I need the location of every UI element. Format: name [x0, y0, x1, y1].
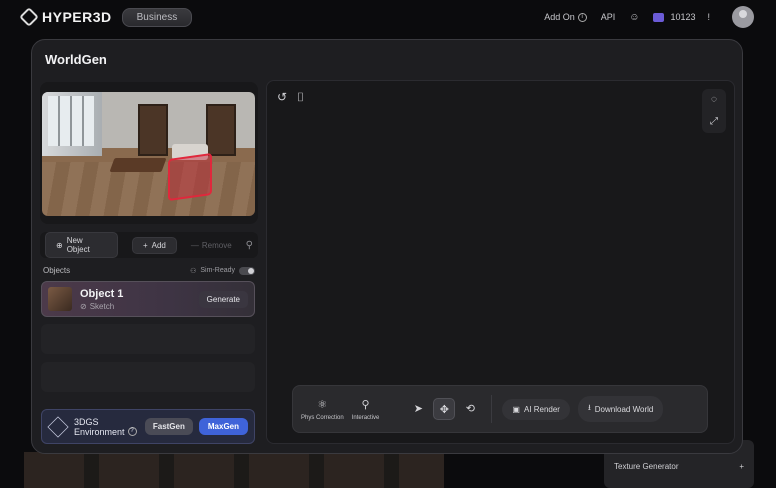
add-button[interactable]: + Add — [131, 236, 177, 254]
new-object-button[interactable]: ⊕ New Object — [45, 232, 118, 258]
environment-line2: Environment — [74, 426, 125, 437]
sim-ready-toggle[interactable] — [239, 266, 255, 275]
cube-icon — [47, 415, 69, 438]
background-thumbnails — [24, 452, 444, 488]
3d-viewport[interactable]: ↺ ⌷ ◌ ⤢ ⚛ Phys Correction ⚲ Interactive … — [266, 80, 735, 444]
top-bar: HYPER3D Business Add On i API ☺ 10123 ! — [0, 0, 776, 34]
camera-icon[interactable]: ⌷ — [297, 90, 304, 105]
selected-chair-highlight[interactable] — [168, 152, 212, 202]
credits[interactable]: 10123 ! — [653, 12, 710, 22]
search-icon[interactable]: ⚲ — [246, 240, 253, 251]
objects-header: Objects ⚇ Sim-Ready — [43, 266, 255, 275]
object-card[interactable]: Object 1 ⊘ Sketch Generate — [41, 281, 255, 317]
texture-generator-label: Texture Generator — [614, 462, 679, 471]
transform-tools: ➤ ✥ ⟲ — [407, 398, 481, 420]
sim-ready-label: Sim-Ready — [200, 267, 235, 274]
help-icon[interactable]: ? — [127, 427, 137, 436]
undo-icon[interactable]: ↺ — [277, 90, 287, 104]
interactive-icon: ⚲ — [361, 398, 370, 411]
logo-icon — [19, 7, 39, 27]
plus-icon: + — [739, 462, 744, 471]
toolbar-divider — [491, 395, 493, 423]
object-type: ⊘ Sketch — [80, 302, 123, 311]
add-on-label: Add On — [544, 12, 575, 22]
object-name: Object 1 — [80, 287, 124, 300]
scene-shelf — [206, 104, 236, 156]
orbit-icon[interactable]: ◌ — [702, 89, 726, 111]
placeholder-row — [41, 324, 255, 354]
atom-icon: ⚛ — [317, 398, 328, 411]
add-on-link[interactable]: Add On i — [544, 12, 587, 22]
scene-window — [48, 96, 94, 146]
new-object-label: New Object — [66, 236, 90, 254]
scene-preview-image[interactable] — [42, 92, 255, 216]
scene-table — [109, 158, 167, 172]
move-icon[interactable]: ✥ — [433, 398, 456, 420]
environment-label: 3DGS Environment ? — [74, 417, 137, 437]
viewport-side-controls: ◌ ⤢ — [702, 89, 726, 133]
expand-icon[interactable]: ⤢ — [702, 111, 726, 133]
environment-line1: 3DGS — [74, 416, 99, 427]
placeholder-row — [41, 362, 255, 392]
ai-render-button[interactable]: ▣ AI Render — [502, 398, 570, 420]
left-panel: ⊕ New Object + Add — Remove ⚲ Objects ⚇ … — [40, 82, 258, 444]
modal-title: WorldGen — [45, 52, 107, 67]
object-type-label: Sketch — [89, 301, 115, 311]
ai-render-label: AI Render — [523, 404, 560, 414]
preview-box — [40, 82, 258, 224]
rotate-icon[interactable]: ⟲ — [459, 398, 481, 420]
avatar[interactable] — [732, 6, 754, 28]
image-icon: ▣ — [512, 404, 520, 414]
select-cursor-icon[interactable]: ➤ — [407, 398, 429, 420]
sim-ready-icon: ⚇ — [190, 267, 197, 275]
phys-correction-label: Phys Correction — [301, 414, 344, 421]
api-link[interactable]: API — [601, 12, 616, 22]
credit-count: 10123 — [670, 12, 696, 22]
interactive-label: Interactive — [351, 414, 380, 421]
viewport-toolbar: ⚛ Phys Correction ⚲ Interactive ➤ ✥ ⟲ ▣ … — [292, 385, 708, 433]
plus-icon: + — [142, 240, 148, 250]
brand-name: HYPER3D — [42, 9, 112, 25]
remove-label: Remove — [201, 240, 232, 250]
worldgen-modal: WorldGen ⊕ New Object + Add — Remove ⚲ O… — [31, 39, 743, 454]
discord-icon[interactable]: ☺ — [629, 12, 639, 23]
interactive-button[interactable]: ⚲ Interactive — [352, 398, 380, 421]
info-icon: i — [577, 12, 587, 22]
download-world-button[interactable]: ⭳ Download World — [577, 396, 664, 422]
object-thumbnail — [48, 287, 72, 311]
add-label: Add — [151, 240, 166, 250]
maxgen-button[interactable]: MaxGen — [198, 418, 248, 435]
plan-badge[interactable]: Business — [121, 7, 193, 27]
download-world-label: Download World — [594, 404, 654, 414]
logo[interactable]: HYPER3D — [19, 7, 112, 27]
scene-shelf — [138, 104, 168, 156]
sim-ready-control: ⚇ Sim-Ready — [190, 266, 255, 275]
environment-card: 3DGS Environment ? FastGen MaxGen — [41, 409, 255, 444]
check-circle-icon: ⊘ — [80, 301, 87, 311]
download-icon: ⭳ — [587, 403, 591, 412]
new-object-icon: ⊕ — [56, 240, 63, 250]
remove-button[interactable]: — Remove — [191, 241, 232, 250]
credit-icon — [653, 12, 665, 22]
minus-icon: — — [190, 240, 199, 250]
objects-label: Objects — [43, 266, 71, 275]
phys-correction-button[interactable]: ⚛ Phys Correction — [301, 398, 344, 421]
generate-button[interactable]: Generate — [198, 290, 248, 308]
object-toolbar: ⊕ New Object + Add — Remove ⚲ — [40, 232, 258, 258]
credits-more: ! — [707, 12, 710, 22]
fastgen-button[interactable]: FastGen — [144, 418, 193, 435]
